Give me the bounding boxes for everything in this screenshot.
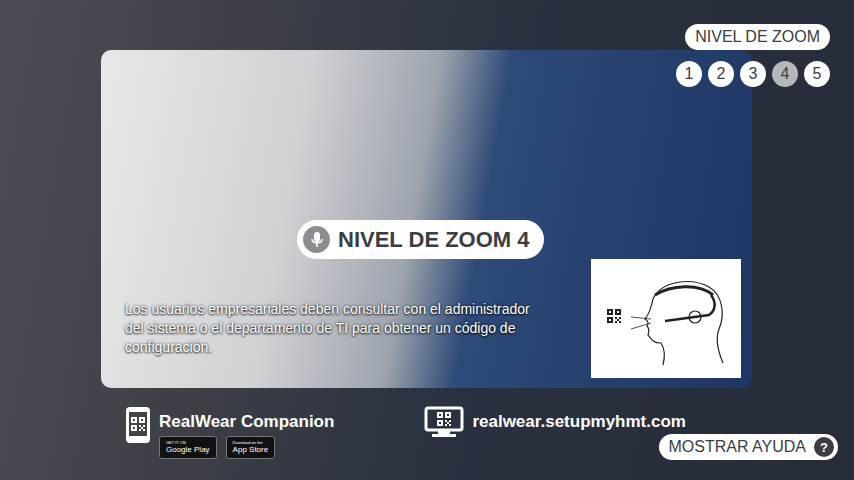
setup-site: realwear.setupmyhmt.com (424, 406, 686, 438)
card-message: Los usuarios empresariales deben consult… (125, 300, 545, 357)
help-button[interactable]: MOSTRAR AYUDA? (659, 434, 839, 460)
zoom-panel: NIVEL DE ZOOM 12345 (676, 24, 830, 87)
headset-head-icon (591, 259, 741, 378)
phone-qr-icon (125, 406, 151, 444)
zoom-level[interactable]: 4 (772, 61, 798, 87)
microphone-icon (303, 226, 330, 253)
zoom-title: NIVEL DE ZOOM (685, 24, 830, 50)
companion-title: RealWear Companion (159, 412, 334, 432)
zoom-level[interactable]: 2 (708, 61, 734, 87)
zoom-level[interactable]: 3 (740, 61, 766, 87)
camera-screen: Los usuarios empresariales deben consult… (0, 0, 854, 480)
help-icon: ? (814, 437, 834, 457)
setup-url[interactable]: realwear.setupmyhmt.com (472, 412, 686, 432)
headset-illustration (591, 259, 741, 378)
setup-card: Los usuarios empresariales deben consult… (101, 50, 752, 388)
zoom-level-badge: NIVEL DE ZOOM 4 (297, 220, 544, 259)
store-badge[interactable]: Download on theApp Store (226, 436, 276, 459)
zoom-level[interactable]: 5 (804, 61, 830, 87)
companion-app: RealWear Companion GET IT ONGoogle Play Do… (125, 406, 334, 459)
monitor-qr-icon (424, 406, 464, 438)
store-badge[interactable]: GET IT ONGoogle Play (159, 436, 217, 459)
zoom-level[interactable]: 1 (676, 61, 702, 87)
